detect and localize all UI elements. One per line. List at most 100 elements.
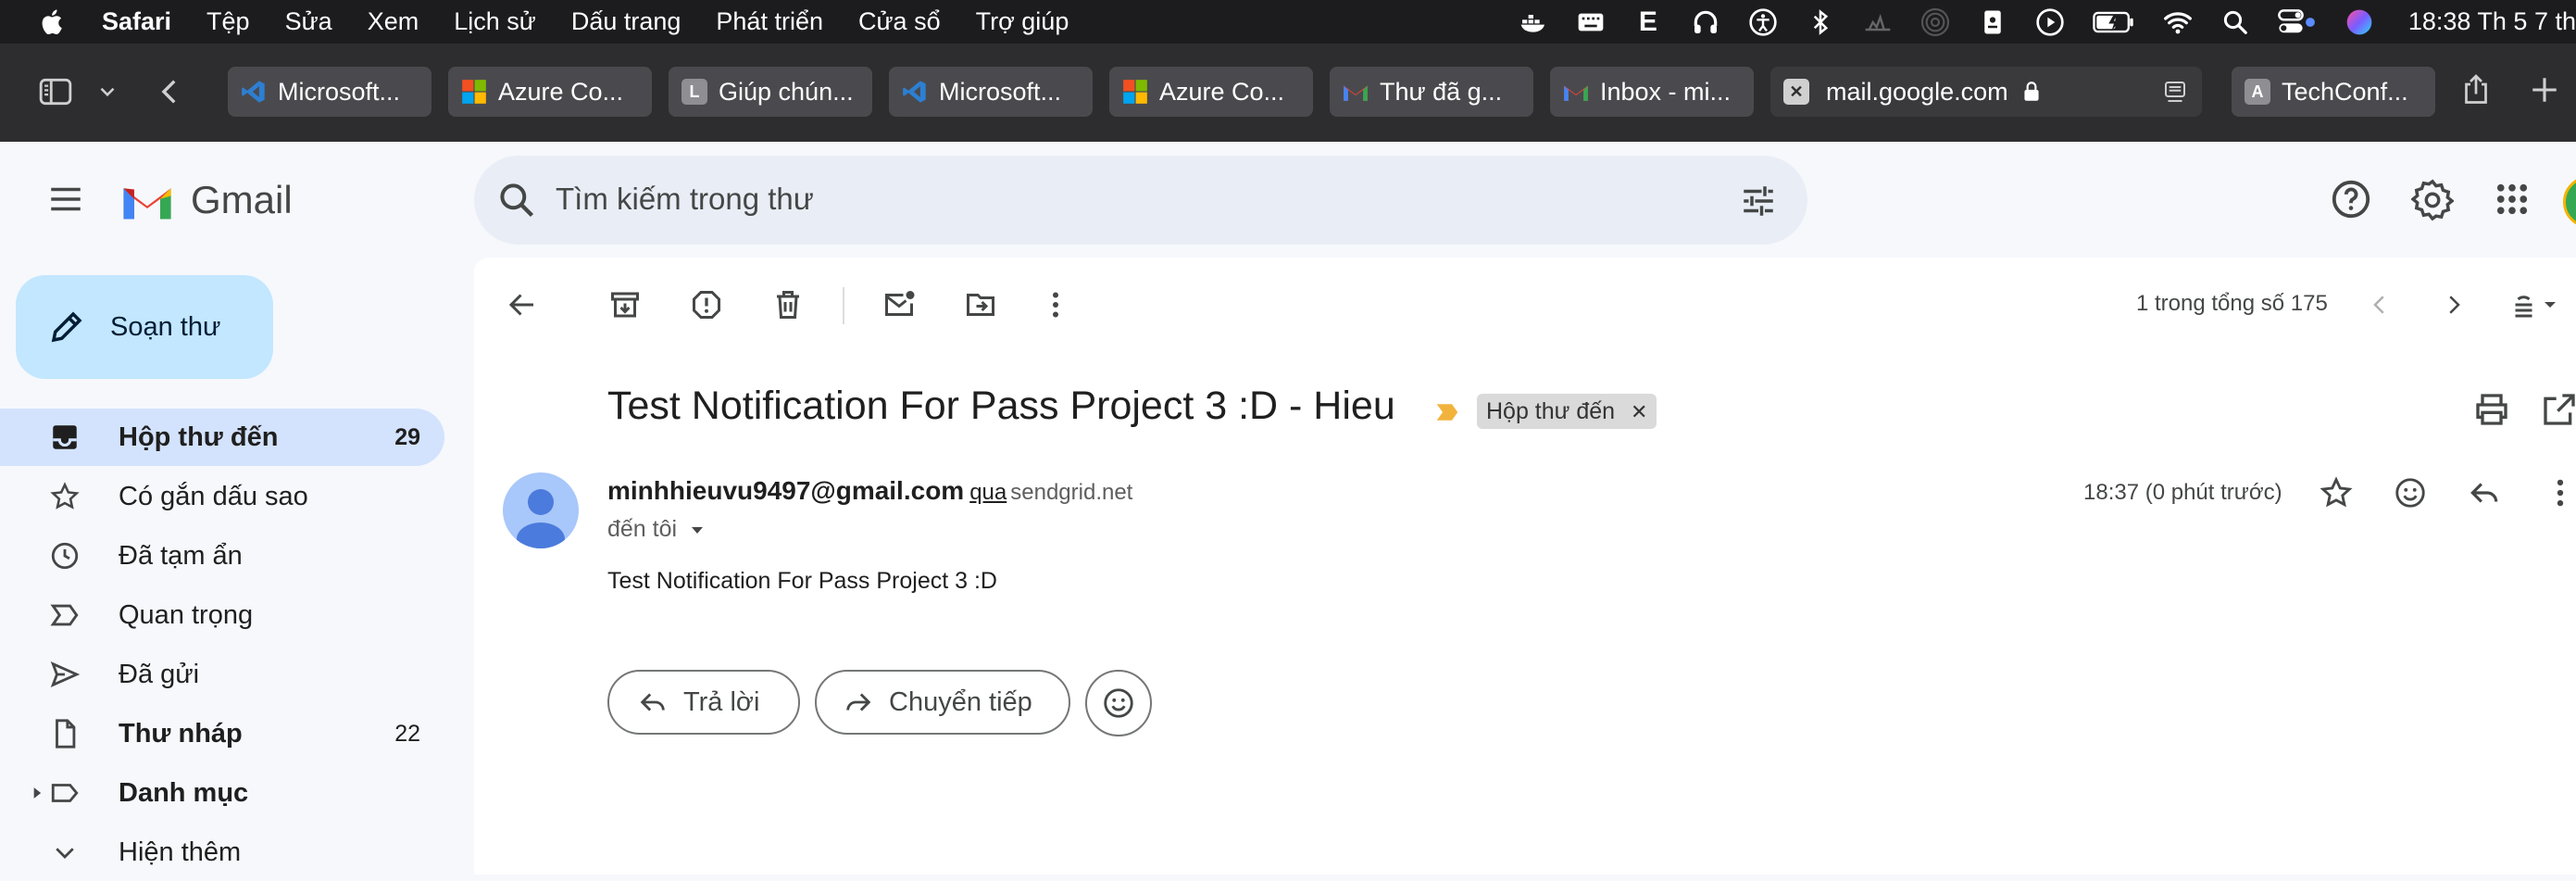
input-source-icon[interactable]: E [1632, 6, 1664, 38]
browser-tab-active[interactable]: ✕ mail.google.com [1770, 67, 2202, 117]
address-bar-url[interactable]: mail.google.com [1826, 78, 2008, 107]
sidebar-item-sent[interactable]: Đã gửi [0, 646, 444, 703]
browser-tab[interactable]: Azure Co... [1109, 67, 1313, 117]
recipient-details[interactable]: đến tôi [607, 516, 708, 543]
older-chevron-icon[interactable] [2432, 283, 2476, 327]
menu-window[interactable]: Cửa sổ [858, 7, 941, 36]
headphones-icon[interactable] [1690, 6, 1721, 38]
sidebar-item-snoozed[interactable]: Đã tạm ẩn [0, 527, 444, 585]
recipient-dropdown-icon[interactable] [686, 519, 708, 541]
menu-edit[interactable]: Sửa [285, 7, 332, 36]
tab-title: TechConf... [2282, 77, 2408, 106]
label-chip-text: Hộp thư đến [1486, 398, 1616, 424]
open-new-window-icon[interactable] [2541, 391, 2576, 428]
menu-file[interactable]: Tệp [206, 7, 250, 36]
reader-view-icon[interactable] [2161, 78, 2189, 106]
activity-icon[interactable] [1862, 6, 1894, 38]
more-vert-icon[interactable] [1033, 283, 1078, 327]
settings-gear-icon[interactable] [2411, 178, 2454, 220]
sidebar-item-important[interactable]: Quan trọng [0, 586, 444, 644]
new-tab-icon[interactable] [2526, 71, 2563, 108]
menu-help[interactable]: Trợ giúp [976, 7, 1069, 36]
add-reaction-icon[interactable] [2393, 475, 2428, 510]
search-bar[interactable]: Tìm kiếm trong thư [474, 156, 1807, 245]
inbox-icon [48, 421, 81, 454]
sidebar-item-inbox[interactable]: Hộp thư đến 29 [0, 409, 444, 466]
back-nav-icon[interactable] [152, 73, 189, 110]
print-icon[interactable] [2473, 391, 2510, 428]
reply-button[interactable]: Trả lời [607, 670, 800, 735]
main-menu-icon[interactable] [46, 180, 85, 219]
compose-button[interactable]: Soạn thư [16, 275, 273, 379]
move-to-icon[interactable] [958, 283, 1003, 327]
browser-tab[interactable]: L Giúp chún... [669, 67, 872, 117]
email-subject: Test Notification For Pass Project 3 :D … [607, 384, 1395, 428]
newer-chevron-icon[interactable] [2357, 283, 2402, 327]
report-spam-icon[interactable] [684, 283, 729, 327]
sidebar-item-starred[interactable]: Có gắn dấu sao [0, 468, 444, 525]
bluetooth-icon[interactable] [1805, 6, 1836, 38]
airdrop-icon[interactable] [1919, 6, 1951, 38]
menu-develop[interactable]: Phát triển [716, 7, 823, 36]
spotlight-search-icon[interactable] [2220, 6, 2251, 38]
menu-history[interactable]: Lịch sử [454, 7, 536, 36]
help-icon[interactable] [2330, 178, 2372, 220]
gmail-logo-icon [1563, 79, 1589, 105]
sidebar-item-label: Danh mục [119, 777, 249, 808]
tab-title: Giúp chún... [719, 77, 854, 106]
expand-arrow-icon[interactable] [28, 784, 46, 802]
back-to-inbox-icon[interactable] [500, 283, 544, 327]
forward-button[interactable]: Chuyển tiếp [815, 670, 1070, 735]
important-marker-icon[interactable] [1433, 398, 1461, 426]
share-icon[interactable] [2457, 71, 2495, 108]
docker-icon[interactable] [1518, 6, 1549, 38]
accessibility-icon[interactable] [1747, 6, 1779, 38]
browser-tab[interactable]: Azure Co... [448, 67, 652, 117]
sidebar-item-categories[interactable]: Danh mục [0, 764, 444, 822]
vscode-icon [902, 79, 928, 105]
sidebar-item-drafts[interactable]: Thư nháp 22 [0, 705, 444, 762]
pagination-count: 1 trong tổng số 175 [2136, 291, 2328, 316]
archive-icon[interactable] [603, 283, 647, 327]
search-options-icon[interactable] [1739, 182, 1778, 220]
apple-logo-icon[interactable] [37, 6, 69, 38]
search-icon[interactable] [496, 180, 537, 220]
message-more-icon[interactable] [2543, 475, 2576, 510]
menu-bookmarks[interactable]: Dấu trang [571, 7, 682, 36]
sidebar-item-show-more[interactable]: Hiện thêm [0, 824, 444, 881]
inbox-label-chip[interactable]: Hộp thư đến ✕ [1477, 394, 1657, 429]
via-link[interactable]: qua [969, 480, 1007, 505]
device-icon[interactable] [1977, 6, 2008, 38]
keyboard-icon[interactable] [1575, 6, 1607, 38]
wifi-icon[interactable] [2162, 6, 2194, 38]
gmail-logo[interactable]: Gmail [119, 178, 293, 222]
clock-icon [48, 539, 81, 573]
browser-tab[interactable]: A TechConf... [2232, 67, 2435, 117]
emoji-reaction-button[interactable] [1085, 670, 1152, 736]
menu-view[interactable]: Xem [368, 7, 419, 36]
control-center-icon[interactable] [2277, 6, 2318, 38]
remove-label-icon[interactable]: ✕ [1631, 400, 1647, 423]
reply-icon[interactable] [2467, 475, 2502, 510]
browser-tab[interactable]: Inbox - mi... [1550, 67, 1754, 117]
play-icon[interactable] [2034, 6, 2066, 38]
menu-app-safari[interactable]: Safari [102, 7, 171, 36]
browser-tab[interactable]: Microsoft... [228, 67, 431, 117]
menubar-clock[interactable]: 18:38 Th 5 7 th [2408, 7, 2576, 36]
search-input[interactable]: Tìm kiếm trong thư [556, 182, 814, 217]
sender-email[interactable]: minhhieuvu9497@gmail.com [607, 476, 964, 505]
star-message-icon[interactable] [2319, 475, 2354, 510]
delete-trash-icon[interactable] [766, 283, 810, 327]
sender-avatar[interactable] [503, 472, 579, 548]
close-tab-icon[interactable]: ✕ [1783, 79, 1809, 105]
siri-icon[interactable] [2344, 6, 2375, 38]
tab-group-chevron-icon[interactable] [89, 73, 126, 110]
browser-tab[interactable]: Microsoft... [889, 67, 1093, 117]
battery-icon[interactable] [2092, 6, 2136, 38]
apps-grid-icon[interactable] [2493, 180, 2532, 219]
sidebar-toggle-icon[interactable] [37, 73, 74, 110]
browser-tab[interactable]: Thư đã g... [1330, 67, 1533, 117]
recipient-label: đến tôi [607, 516, 678, 542]
mark-unread-icon[interactable] [877, 283, 921, 327]
input-tools-icon[interactable] [2504, 283, 2569, 327]
